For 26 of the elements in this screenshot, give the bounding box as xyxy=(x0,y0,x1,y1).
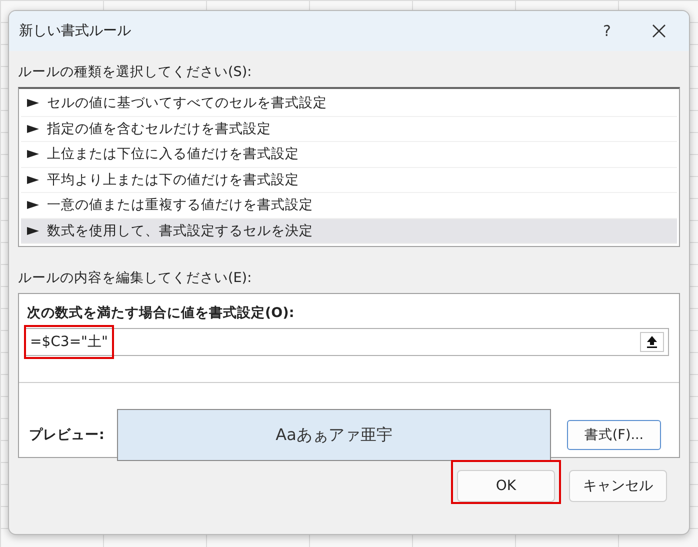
pointer-icon xyxy=(27,201,39,210)
dialog-button[interactable]: OK xyxy=(457,470,555,502)
formula-label: 次の数式を満たす場合に値を書式設定(O): xyxy=(27,304,296,322)
pointer-icon xyxy=(27,226,39,235)
formula-value: =$C3="土" xyxy=(24,325,114,359)
pointer-icon xyxy=(27,99,39,108)
window-title: 新しい書式ルール xyxy=(19,22,132,40)
help-button[interactable]: ? xyxy=(585,22,629,40)
preview-label: プレビュー: xyxy=(28,426,106,444)
rule-type-item[interactable]: 数式を使用して、書式設定するセルを決定 xyxy=(21,218,677,244)
rule-type-item[interactable]: 上位または下位に入る値だけを書式設定 xyxy=(21,142,677,168)
close-icon[interactable] xyxy=(652,24,666,38)
format-button[interactable]: 書式(F)... xyxy=(567,420,661,450)
formula-input-field[interactable]: =$C3="土" xyxy=(25,328,669,356)
collapse-button[interactable] xyxy=(640,332,664,352)
rule-type-item[interactable]: セルの値に基づいてすべてのセルを書式設定 xyxy=(21,91,677,116)
rule-type-label: ルールの種類を選択してください(S): xyxy=(18,63,253,81)
dialog-button[interactable]: キャンセル xyxy=(569,470,667,502)
pointer-icon xyxy=(27,124,39,133)
pointer-icon xyxy=(27,150,39,158)
rule-type-item[interactable]: 指定の値を含むセルだけを書式設定 xyxy=(21,116,677,142)
preview-box: Aaあぁアァ亜宇 xyxy=(117,409,551,461)
upload-arrow-icon xyxy=(647,336,657,348)
rule-edit-label: ルールの内容を編集してください(E): xyxy=(18,269,253,287)
pointer-icon xyxy=(27,176,39,184)
rule-type-item[interactable]: 平均より上または下の値だけを書式設定 xyxy=(21,168,677,193)
